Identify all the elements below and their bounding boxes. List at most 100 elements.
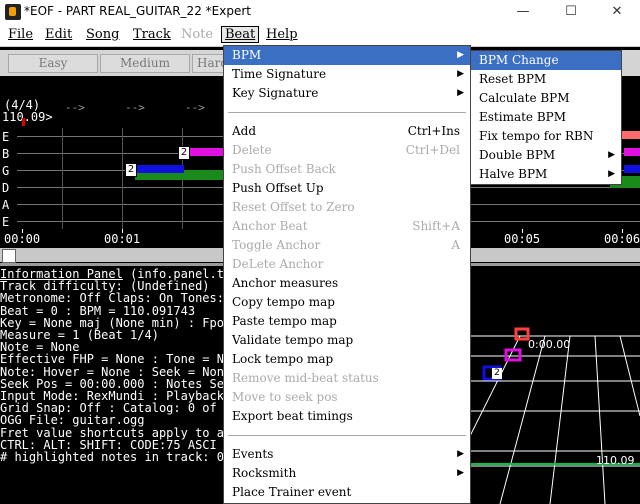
note-sustain-magenta[interactable] [624,148,640,156]
menu-item-label: Calculate BPM [479,91,570,105]
menu-item-label: Add [232,124,257,138]
title-bar: *EOF - PART REAL_GUITAR_22 *Expert — ☐ ✕ [0,0,640,24]
menu-item-label: Fix tempo for RBN [479,129,594,143]
menu-item-double-bpm[interactable]: Double BPM ▶ [471,146,621,165]
menu-item-label: Rocksmith [232,466,297,480]
menu-item-export-beat-timings[interactable]: Export beat timings [224,407,470,426]
fret-number[interactable]: 2 [178,146,190,160]
menu-item-add[interactable]: Add Ctrl+Ins [224,122,470,141]
menu-help[interactable]: Help [266,27,298,42]
submenu-arrow-icon: ▶ [608,169,615,179]
menu-item-label: Move to seek pos [232,390,338,404]
timestamp: 00:01 [104,232,141,246]
menu-item-copy-tempo-map[interactable]: Copy tempo map [224,293,470,312]
info-line: Metronome: Off Claps: On Tones: Of [0,291,230,306]
menu-item-time-signature[interactable]: Time Signature ▶ [224,65,470,84]
anchor-marker [22,118,25,126]
beat-line [122,128,123,229]
menu-file[interactable]: File [8,27,33,42]
menu-item-label: Validate tempo map [232,333,354,347]
menu-item-label: Time Signature [232,67,327,81]
menu-item-reset-bpm[interactable]: Reset BPM [471,70,621,89]
menu-item-fix-tempo-rbn[interactable]: Fix tempo for RBN [471,127,621,146]
beat-line [62,128,63,229]
menu-item-label: Key Signature [232,86,319,100]
menu-item-delete-anchor[interactable]: DeLete Anchor [224,255,470,274]
menu-item-bpm[interactable]: BPM ▶ [224,46,470,65]
bpm-submenu: BPM Change Reset BPM Calculate BPM Estim… [470,50,622,185]
beat-arrow: --> [185,101,205,114]
menu-edit[interactable]: Edit [45,27,72,42]
timestamp: 00:00 [4,232,41,246]
menu-item-label: BPM Change [479,53,559,67]
beat-arrow: --> [65,101,85,114]
menu-item-remove-mid-beat[interactable]: Remove mid-beat status [224,369,470,388]
menu-separator [228,435,466,436]
tab-medium[interactable]: Medium [100,54,190,73]
bpm-marker: 110.09> [2,110,53,124]
menu-item-calculate-bpm[interactable]: Calculate BPM [471,89,621,108]
submenu-arrow-icon: ▶ [457,69,464,79]
menu-item-key-signature[interactable]: Key Signature ▶ [224,84,470,103]
3d-time-label: 0:00.00 [528,338,571,351]
menu-item-toggle-anchor[interactable]: Toggle Anchor A [224,236,470,255]
app-icon [5,4,21,20]
menu-item-label: Anchor Beat [232,219,308,233]
timestamp: 00:06 [604,232,640,246]
menu-item-label: Push Offset Up [232,181,324,195]
menu-item-halve-bpm[interactable]: Halve BPM ▶ [471,165,621,184]
menu-item-rocksmith[interactable]: Rocksmith ▶ [224,464,470,483]
menu-item-place-trainer-event[interactable]: Place Trainer event [224,483,470,502]
menu-item-anchor-measures[interactable]: Anchor measures [224,274,470,293]
maximize-button[interactable]: ☐ [548,0,594,24]
menu-track[interactable]: Track [133,27,171,42]
menu-item-reset-offset[interactable]: Reset Offset to Zero [224,198,470,217]
beat-menu: BPM ▶ Time Signature ▶ Key Signature ▶ Add C… [223,45,471,504]
menu-note[interactable]: Note [181,27,213,42]
menu-item-label: Reset BPM [479,72,547,86]
menu-item-label: Copy tempo map [232,295,335,309]
submenu-arrow-icon: ▶ [457,449,464,459]
submenu-arrow-icon: ▶ [457,468,464,478]
menu-item-estimate-bpm[interactable]: Estimate BPM [471,108,621,127]
menu-item-label: Place Trainer event [232,485,352,499]
string-label: B [2,147,10,161]
menu-item-label: BPM [232,48,262,62]
info-line: Fret value shortcuts apply to all stri [0,425,230,440]
string-label: E [2,130,10,144]
info-line: Effective FHP = None : Tone = None [0,352,230,367]
menu-item-shortcut: Shift+A [412,219,460,233]
3d-fret-number: 2 [492,368,502,379]
menu-item-bpm-change[interactable]: BPM Change [471,51,621,70]
tab-easy[interactable]: Easy [8,54,98,73]
info-panel: Information Panel (info.panel.txt) Track… [0,266,230,504]
menu-item-move-to-seek[interactable]: Move to seek pos [224,388,470,407]
menu-item-push-offset-up[interactable]: Push Offset Up [224,179,470,198]
scrollbar-thumb[interactable] [2,249,16,263]
menu-item-delete[interactable]: Delete Ctrl+Del [224,141,470,160]
menu-item-paste-tempo-map[interactable]: Paste tempo map [224,312,470,331]
3d-preview: 2 0:00.00 110.09 [470,266,640,504]
menu-beat[interactable]: Beat [221,26,260,43]
3d-fretboard [470,327,640,504]
info-line: Beat = 0 : BPM = 110.091743 [0,303,196,318]
menu-item-lock-tempo-map[interactable]: Lock tempo map [224,350,470,369]
note-sustain-magenta[interactable] [186,148,224,156]
minimize-button[interactable]: — [500,0,546,24]
menu-item-events[interactable]: Events ▶ [224,445,470,464]
menu-item-shortcut: Ctrl+Ins [407,124,460,138]
menu-item-label: Paste tempo map [232,314,337,328]
menu-item-push-offset-back[interactable]: Push Offset Back [224,160,470,179]
note-sustain-blue[interactable] [624,165,640,173]
note-sustain-blue[interactable] [132,165,184,173]
fret-number[interactable]: 2 [125,163,137,177]
string-label: E [2,215,10,229]
info-line: # highlighted notes in track: 0 , 100 [0,450,230,465]
submenu-arrow-icon: ▶ [608,150,615,160]
menu-item-label: Remove mid-beat status [232,371,379,385]
close-button[interactable]: ✕ [594,0,640,24]
menu-item-validate-tempo-map[interactable]: Validate tempo map [224,331,470,350]
note-sustain-red[interactable] [622,131,640,139]
menu-item-anchor-beat[interactable]: Anchor Beat Shift+A [224,217,470,236]
menu-song[interactable]: Song [86,27,119,42]
